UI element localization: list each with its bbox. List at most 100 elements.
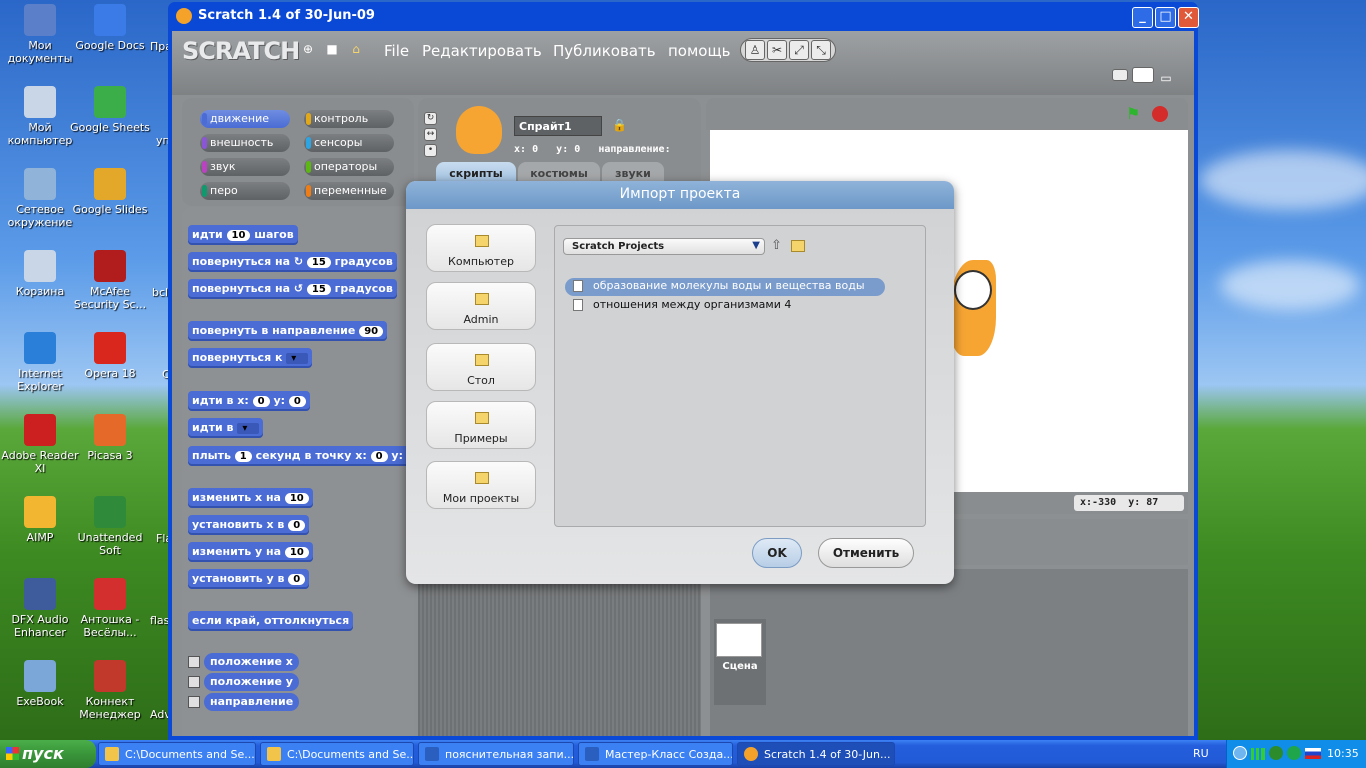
grow-tool-icon[interactable]: ⤢: [789, 40, 809, 60]
desktop-icon[interactable]: Сетевое окружение: [0, 168, 80, 229]
tray-collapse-icon[interactable]: [1233, 746, 1247, 760]
shrink-tool-icon[interactable]: ⤡: [811, 40, 831, 60]
sprite-name-field[interactable]: Спрайт1: [514, 116, 602, 136]
taskbar-item[interactable]: пояснительная запи...: [418, 742, 574, 766]
up-folder-icon[interactable]: ⇧: [771, 238, 782, 253]
small-stage-icon[interactable]: [1112, 69, 1128, 81]
block-move[interactable]: идти 10 шагов: [188, 225, 298, 245]
number-input[interactable]: 0: [288, 520, 306, 531]
green-flag-icon[interactable]: ⚑: [1126, 104, 1140, 123]
category-6[interactable]: перо: [200, 182, 290, 200]
desktop-icon[interactable]: Picasa 3: [70, 414, 150, 462]
category-2[interactable]: внешность: [200, 134, 290, 152]
x-input[interactable]: 0: [370, 451, 388, 462]
save-icon[interactable]: ■: [322, 40, 342, 60]
new-folder-icon[interactable]: [791, 240, 805, 252]
block-set-x[interactable]: установить х в 0: [188, 515, 310, 535]
signal-icon[interactable]: [1251, 748, 1265, 760]
desktop-icon[interactable]: Мой компьютер: [0, 86, 80, 147]
browser-icon[interactable]: [1287, 746, 1301, 760]
reporter-checkbox[interactable]: [188, 656, 200, 668]
menu-file[interactable]: File: [384, 42, 409, 60]
desktop-icon[interactable]: ExeBook: [0, 660, 80, 708]
reporter-direction[interactable]: направление: [204, 693, 300, 711]
desktop-icon[interactable]: Корзина: [0, 250, 80, 298]
close-button[interactable]: ✕: [1178, 7, 1199, 28]
lock-icon[interactable]: 🔒: [612, 118, 627, 132]
place-1[interactable]: Admin: [426, 282, 536, 330]
block-point-direction[interactable]: повернуть в направление 90: [188, 321, 388, 341]
stop-icon[interactable]: [1152, 106, 1168, 122]
delete-tool-icon[interactable]: ✂: [767, 40, 787, 60]
cancel-button[interactable]: Отменить: [818, 538, 914, 568]
direction-dropdown[interactable]: 90: [359, 326, 384, 337]
place-4[interactable]: Мои проекты: [426, 461, 536, 509]
block-goto-xy[interactable]: идти в x: 0 y: 0: [188, 391, 310, 411]
reporter-checkbox[interactable]: [188, 696, 200, 708]
seconds-input[interactable]: 1: [234, 451, 252, 462]
place-3[interactable]: Примеры: [426, 401, 536, 449]
maximize-button[interactable]: □: [1155, 7, 1176, 28]
number-input[interactable]: 15: [306, 284, 331, 295]
desktop-icon[interactable]: Unattended Soft: [70, 496, 150, 557]
desktop-icon[interactable]: Антошка - Весёлы...: [70, 578, 150, 639]
block-set-y[interactable]: установить у в 0: [188, 569, 310, 589]
place-2[interactable]: Стол: [426, 343, 536, 391]
category-7[interactable]: переменные: [304, 182, 394, 200]
block-change-x[interactable]: изменить х на 10: [188, 488, 313, 508]
no-rotate-icon[interactable]: •: [424, 144, 437, 157]
category-1[interactable]: контроль: [304, 110, 394, 128]
taskbar-item[interactable]: C:\Documents and Se...: [260, 742, 414, 766]
desktop-icon[interactable]: Коннект Менеджер: [70, 660, 150, 721]
sprite-dropdown[interactable]: ▾: [237, 423, 260, 434]
update-icon[interactable]: [1269, 746, 1283, 760]
desktop-icon[interactable]: DFX Audio Enhancer: [0, 578, 80, 639]
taskbar-item[interactable]: Scratch 1.4 of 30-Jun...: [737, 742, 895, 766]
block-point-towards[interactable]: повернуться к ▾: [188, 348, 313, 368]
start-button[interactable]: пуск: [0, 740, 96, 768]
flip-icon[interactable]: ↔: [424, 128, 437, 141]
taskbar-item[interactable]: Мастер-Класс Созда...: [578, 742, 733, 766]
desktop-icon[interactable]: Мои документы: [0, 4, 80, 65]
category-0[interactable]: движение: [200, 110, 290, 128]
desktop-icon[interactable]: Google Sheets: [70, 86, 150, 134]
y-input[interactable]: 0: [288, 396, 306, 407]
place-0[interactable]: Компьютер: [426, 224, 536, 272]
desktop-icon[interactable]: Opera 18: [70, 332, 150, 380]
stage-thumbnail[interactable]: [716, 623, 762, 657]
russian-flag-icon[interactable]: [1305, 748, 1321, 759]
share-icon[interactable]: ⌂: [346, 40, 366, 60]
desktop-icon[interactable]: AIMP: [0, 496, 80, 544]
sprite-dropdown[interactable]: ▾: [286, 353, 309, 364]
category-5[interactable]: операторы: [304, 158, 394, 176]
file-row[interactable]: отношения между организмами 4: [565, 297, 885, 315]
file-row[interactable]: образование молекулы воды и вещества вод…: [565, 278, 885, 296]
block-goto[interactable]: идти в ▾: [188, 418, 264, 438]
menu-edit[interactable]: Редактировать: [422, 42, 542, 60]
block-change-y[interactable]: изменить у на 10: [188, 542, 313, 562]
x-input[interactable]: 0: [252, 396, 270, 407]
desktop-icon[interactable]: McAfee Security Sc...: [70, 250, 150, 311]
menu-share[interactable]: Публиковать: [553, 42, 656, 60]
block-bounce[interactable]: если край, оттолкнуться: [188, 611, 354, 631]
clock[interactable]: 10:35: [1327, 747, 1359, 760]
desktop-icon[interactable]: Google Docs: [70, 4, 150, 52]
rotate-icon[interactable]: ↻: [424, 112, 437, 125]
desktop-icon[interactable]: Google Slides: [70, 168, 150, 216]
desktop-icon[interactable]: Adobe Reader XI: [0, 414, 80, 475]
ok-button[interactable]: OK: [752, 538, 802, 568]
globe-icon[interactable]: ⊕: [298, 40, 318, 60]
reporter-checkbox[interactable]: [188, 676, 200, 688]
number-input[interactable]: 10: [284, 493, 309, 504]
category-3[interactable]: сенсоры: [304, 134, 394, 152]
block-turn-right[interactable]: повернуться на ↻ 15 градусов: [188, 252, 397, 272]
block-turn-left[interactable]: повернуться на ↺ 15 градусов: [188, 279, 397, 299]
duplicate-tool-icon[interactable]: ♙: [745, 40, 765, 60]
minimize-button[interactable]: _: [1132, 7, 1153, 28]
language-indicator[interactable]: RU: [1193, 747, 1209, 760]
reporter-x-position[interactable]: положение x: [204, 653, 299, 671]
menu-help[interactable]: помощь: [668, 42, 730, 60]
number-input[interactable]: 15: [306, 257, 331, 268]
presentation-icon[interactable]: ▭: [1158, 69, 1174, 85]
number-input[interactable]: 10: [226, 230, 251, 241]
